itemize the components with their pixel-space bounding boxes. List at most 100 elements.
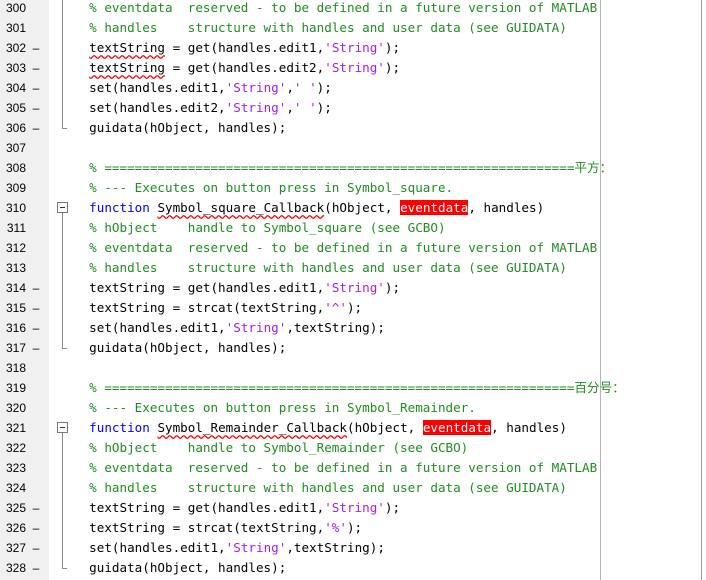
- code-line[interactable]: 314– textString = get(handles.edit1,'Str…: [0, 278, 706, 298]
- breakpoint-marker[interactable]: –: [31, 98, 41, 118]
- breakpoint-marker[interactable]: [31, 238, 41, 258]
- breakpoint-marker[interactable]: [31, 358, 41, 378]
- code-text[interactable]: textString = strcat(textString,'%');: [74, 518, 362, 538]
- breakpoint-marker[interactable]: –: [31, 278, 41, 298]
- breakpoint-marker[interactable]: –: [31, 78, 41, 98]
- code-text[interactable]: set(handles.edit2,'String',' ');: [74, 98, 332, 118]
- fold-collapse-icon[interactable]: [57, 418, 69, 438]
- code-token: textString = strcat(textString,: [74, 300, 325, 315]
- string-token: '^': [324, 300, 347, 315]
- breakpoint-marker[interactable]: [31, 458, 41, 478]
- code-text[interactable]: % hObject handle to Symbol_square (see G…: [74, 218, 445, 238]
- code-line[interactable]: 319 % ==================================…: [0, 378, 706, 398]
- code-text[interactable]: guidata(hObject, handles);: [74, 558, 286, 578]
- code-line[interactable]: 322 % hObject handle to Symbol_Remainder…: [0, 438, 706, 458]
- code-text[interactable]: % handles structure with handles and use…: [74, 258, 567, 278]
- code-line[interactable]: 304– set(handles.edit1,'String',' ');: [0, 78, 706, 98]
- breakpoint-marker[interactable]: –: [31, 58, 41, 78]
- minus-box-icon[interactable]: [57, 202, 68, 213]
- breakpoint-marker[interactable]: –: [31, 498, 41, 518]
- code-line[interactable]: 302– textString = get(handles.edit1,'Str…: [0, 38, 706, 58]
- breakpoint-marker[interactable]: –: [31, 298, 41, 318]
- breakpoint-marker[interactable]: –: [31, 558, 41, 578]
- code-text[interactable]: textString = strcat(textString,'^');: [74, 298, 362, 318]
- code-line[interactable]: 300 % eventdata reserved - to be defined…: [0, 0, 706, 18]
- code-line[interactable]: 324 % handles structure with handles and…: [0, 478, 706, 498]
- code-text[interactable]: % eventdata reserved - to be defined in …: [74, 458, 597, 478]
- code-text[interactable]: % handles structure with handles and use…: [74, 18, 567, 38]
- code-line[interactable]: 317– guidata(hObject, handles);: [0, 338, 706, 358]
- breakpoint-marker[interactable]: –: [31, 118, 41, 138]
- breakpoint-marker[interactable]: [31, 18, 41, 38]
- code-line[interactable]: 315– textString = strcat(textString,'^')…: [0, 298, 706, 318]
- comment-token: % ======================================…: [74, 160, 613, 175]
- code-line[interactable]: 305– set(handles.edit2,'String',' ');: [0, 98, 706, 118]
- code-line[interactable]: 308 % ==================================…: [0, 158, 706, 178]
- breakpoint-marker[interactable]: [31, 198, 41, 218]
- fold-guide-line: [62, 98, 63, 118]
- code-text[interactable]: % handles structure with handles and use…: [74, 478, 567, 498]
- breakpoint-marker[interactable]: –: [31, 338, 41, 358]
- code-text[interactable]: % eventdata reserved - to be defined in …: [74, 238, 597, 258]
- code-line[interactable]: 306– guidata(hObject, handles);: [0, 118, 706, 138]
- code-line[interactable]: 320 % --- Executes on button press in Sy…: [0, 398, 706, 418]
- breakpoint-marker[interactable]: [31, 258, 41, 278]
- fold-guide-line: [62, 58, 63, 78]
- string-token: 'String': [225, 320, 287, 335]
- breakpoint-marker[interactable]: [31, 398, 41, 418]
- code-line[interactable]: 326– textString = strcat(textString,'%')…: [0, 518, 706, 538]
- code-line[interactable]: 312 % eventdata reserved - to be defined…: [0, 238, 706, 258]
- code-line[interactable]: 311 % hObject handle to Symbol_square (s…: [0, 218, 706, 238]
- breakpoint-marker[interactable]: [31, 378, 41, 398]
- breakpoint-marker[interactable]: –: [31, 518, 41, 538]
- breakpoint-marker[interactable]: [31, 218, 41, 238]
- code-text[interactable]: set(handles.edit1,'String',' ');: [74, 78, 332, 98]
- code-text[interactable]: set(handles.edit1,'String',textString);: [74, 318, 385, 338]
- code-line[interactable]: 323 % eventdata reserved - to be defined…: [0, 458, 706, 478]
- code-text[interactable]: textString = get(handles.edit1,'String')…: [74, 38, 400, 58]
- code-line[interactable]: 309 % --- Executes on button press in Sy…: [0, 178, 706, 198]
- code-line[interactable]: 328– guidata(hObject, handles);: [0, 558, 706, 578]
- fold-guide-line: [62, 298, 63, 318]
- code-line[interactable]: 313 % handles structure with handles and…: [0, 258, 706, 278]
- code-text[interactable]: % ======================================…: [74, 158, 612, 178]
- line-number: 320: [5, 401, 26, 415]
- code-line[interactable]: 307: [0, 138, 706, 158]
- code-text[interactable]: % --- Executes on button press in Symbol…: [74, 178, 453, 198]
- breakpoint-marker[interactable]: –: [31, 318, 41, 338]
- breakpoint-marker[interactable]: [31, 438, 41, 458]
- code-text[interactable]: % --- Executes on button press in Symbol…: [74, 398, 476, 418]
- code-text[interactable]: set(handles.edit1,'String',textString);: [74, 538, 385, 558]
- code-line[interactable]: 327– set(handles.edit1,'String',textStri…: [0, 538, 706, 558]
- breakpoint-marker[interactable]: [31, 158, 41, 178]
- code-text[interactable]: textString = get(handles.edit2,'String')…: [74, 58, 400, 78]
- code-text[interactable]: function Symbol_Remainder_Callback(hObje…: [74, 418, 567, 438]
- code-line[interactable]: 303– textString = get(handles.edit2,'Str…: [0, 58, 706, 78]
- code-text[interactable]: % hObject handle to Symbol_Remainder (se…: [74, 438, 468, 458]
- breakpoint-marker[interactable]: [31, 178, 41, 198]
- breakpoint-marker[interactable]: [31, 478, 41, 498]
- breakpoint-marker[interactable]: [31, 418, 41, 438]
- breakpoint-marker[interactable]: [31, 138, 41, 158]
- code-text[interactable]: function Symbol_square_Callback(hObject,…: [74, 198, 544, 218]
- line-number: 311: [6, 221, 26, 235]
- code-text[interactable]: textString = get(handles.edit1,'String')…: [74, 278, 400, 298]
- code-text[interactable]: textString = get(handles.edit1,'String')…: [74, 498, 400, 518]
- code-line[interactable]: 321 function Symbol_Remainder_Callback(h…: [0, 418, 706, 438]
- code-line[interactable]: 325– textString = get(handles.edit1,'Str…: [0, 498, 706, 518]
- code-text[interactable]: % eventdata reserved - to be defined in …: [74, 0, 597, 18]
- code-editor[interactable]: 300 % eventdata reserved - to be defined…: [0, 0, 706, 580]
- fold-guide: [57, 58, 69, 78]
- code-line[interactable]: 316– set(handles.edit1,'String',textStri…: [0, 318, 706, 338]
- code-text[interactable]: guidata(hObject, handles);: [74, 338, 286, 358]
- code-text[interactable]: guidata(hObject, handles);: [74, 118, 286, 138]
- breakpoint-marker[interactable]: [31, 0, 41, 18]
- breakpoint-marker[interactable]: –: [31, 538, 41, 558]
- code-line[interactable]: 318: [0, 358, 706, 378]
- minus-box-icon[interactable]: [57, 422, 68, 433]
- fold-collapse-icon[interactable]: [57, 198, 69, 218]
- code-line[interactable]: 301 % handles structure with handles and…: [0, 18, 706, 38]
- code-line[interactable]: 310 function Symbol_square_Callback(hObj…: [0, 198, 706, 218]
- breakpoint-marker[interactable]: –: [31, 38, 41, 58]
- code-text[interactable]: % ======================================…: [74, 378, 625, 398]
